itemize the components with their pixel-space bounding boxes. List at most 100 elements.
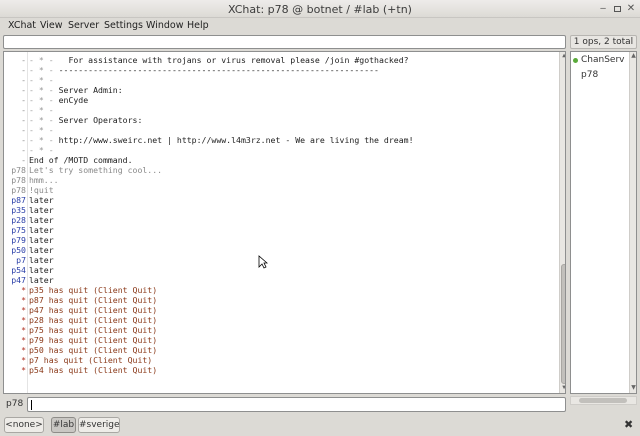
- chat-nick[interactable]: p28: [4, 215, 26, 225]
- chat-scroll-thumb[interactable]: [561, 264, 565, 384]
- userlist-hscroll-thumb[interactable]: [579, 398, 627, 403]
- chat-nick[interactable]: p35: [4, 205, 26, 215]
- chat-nick[interactable]: p78: [4, 185, 26, 195]
- topic-input[interactable]: [3, 35, 566, 49]
- menu-view[interactable]: View: [40, 18, 63, 33]
- chat-nick[interactable]: -: [4, 75, 26, 85]
- userlist-hscrollbar[interactable]: [570, 396, 637, 405]
- motd-marker: - * -: [29, 105, 54, 115]
- chat-message: later: [29, 215, 54, 225]
- scroll-up-icon[interactable]: ▲: [630, 52, 636, 60]
- chat-message: later: [29, 275, 54, 285]
- chat-message: later: [29, 225, 54, 235]
- chat-message: - * -: [29, 145, 54, 155]
- chat-message: End of /MOTD command.: [29, 155, 133, 165]
- menu-window[interactable]: Window: [146, 18, 183, 33]
- chat-nick[interactable]: -: [4, 105, 26, 115]
- menu-settings[interactable]: Settings: [104, 18, 143, 33]
- chat-nick[interactable]: *: [4, 365, 26, 375]
- chat-message: later: [29, 205, 54, 215]
- chat-text: later: [29, 215, 54, 225]
- scroll-down-icon[interactable]: ▼: [560, 384, 565, 392]
- message-input[interactable]: [27, 397, 566, 412]
- tab-sverige[interactable]: #sverige: [78, 417, 120, 433]
- nick-button[interactable]: p78: [6, 399, 23, 409]
- motd-marker: - * -: [29, 85, 54, 95]
- chat-nick[interactable]: -: [4, 95, 26, 105]
- chat-message: p35 has quit (Client Quit): [29, 285, 157, 295]
- tab-none[interactable]: <none>: [4, 417, 44, 433]
- chat-nick[interactable]: -: [4, 115, 26, 125]
- window-titlebar: XChat: p78 @ botnet / #lab (+tn) ‒ ✕: [0, 0, 640, 18]
- chat-nick[interactable]: *: [4, 345, 26, 355]
- motd-marker: - * -: [29, 65, 54, 75]
- chat-nick[interactable]: -: [4, 155, 26, 165]
- chat-message: p54 has quit (Client Quit): [29, 365, 157, 375]
- chat-nick[interactable]: -: [4, 65, 26, 75]
- chat-message: - * - Server Operators:: [29, 115, 142, 125]
- chat-nick[interactable]: *: [4, 325, 26, 335]
- chat-message: p79 has quit (Client Quit): [29, 335, 157, 345]
- tab-lab[interactable]: #lab: [51, 417, 76, 433]
- chat-nick[interactable]: p79: [4, 235, 26, 245]
- chat-message: - * -: [29, 125, 54, 135]
- maximize-icon[interactable]: [611, 3, 623, 15]
- user-entry-chanserv[interactable]: ChanServ: [581, 54, 624, 66]
- chat-text: later: [29, 275, 54, 285]
- chat-nick[interactable]: *: [4, 315, 26, 325]
- chat-nick[interactable]: p75: [4, 225, 26, 235]
- chat-message: later: [29, 235, 54, 245]
- chat-nick[interactable]: -: [4, 55, 26, 65]
- chat-scrollbar[interactable]: ▲ ▼: [559, 52, 565, 393]
- user-entry-p78[interactable]: p78: [581, 69, 598, 81]
- scroll-down-icon[interactable]: ▼: [630, 384, 636, 392]
- chat-nick[interactable]: *: [4, 295, 26, 305]
- chat-nick[interactable]: p54: [4, 265, 26, 275]
- chat-text: later: [29, 195, 54, 205]
- chat-nick[interactable]: -: [4, 85, 26, 95]
- chat-message: p28 has quit (Client Quit): [29, 315, 157, 325]
- chat-nick[interactable]: p50: [4, 245, 26, 255]
- chat-nick[interactable]: p47: [4, 275, 26, 285]
- chat-nick[interactable]: -: [4, 135, 26, 145]
- chat-nick[interactable]: *: [4, 305, 26, 315]
- chat-nick[interactable]: *: [4, 355, 26, 365]
- chat-message: - * - ----------------------------------…: [29, 65, 379, 75]
- chat-text: later: [29, 235, 54, 245]
- chat-nick[interactable]: -: [4, 125, 26, 135]
- chat-nick[interactable]: p87: [4, 195, 26, 205]
- menu-help[interactable]: Help: [187, 18, 209, 33]
- chat-message: - * - enCyde: [29, 95, 88, 105]
- menu-server[interactable]: Server: [68, 18, 99, 33]
- minimize-icon[interactable]: ‒: [597, 3, 609, 15]
- chat-text: End of /MOTD command.: [29, 155, 133, 165]
- mouse-cursor-icon: [258, 255, 268, 269]
- userlist-scrollbar[interactable]: ▲ ▼: [629, 52, 636, 393]
- close-icon[interactable]: ✕: [625, 3, 637, 15]
- chat-nick[interactable]: p78: [4, 165, 26, 175]
- chat-log[interactable]: -- * - For assistance with trojans or vi…: [3, 51, 566, 394]
- chat-message: p87 has quit (Client Quit): [29, 295, 157, 305]
- menu-xchat[interactable]: XChat: [8, 18, 36, 33]
- chat-text: hmm...: [29, 175, 59, 185]
- chat-nick[interactable]: *: [4, 285, 26, 295]
- chat-text: p87 has quit (Client Quit): [29, 295, 158, 305]
- chat-message: p47 has quit (Client Quit): [29, 305, 157, 315]
- chat-nick[interactable]: p78: [4, 175, 26, 185]
- chat-message: later: [29, 245, 54, 255]
- window-title: XChat: p78 @ botnet / #lab (+tn): [228, 3, 412, 16]
- user-list[interactable]: ChanServ p78 ▲ ▼: [570, 51, 637, 394]
- chat-text: enCyde: [53, 95, 89, 105]
- chat-nick[interactable]: *: [4, 335, 26, 345]
- chat-message: !quit: [29, 185, 54, 195]
- chat-text: !quit: [29, 185, 54, 195]
- chat-nick[interactable]: -: [4, 145, 26, 155]
- chat-message: - * -: [29, 75, 54, 85]
- chat-message: - * - Server Admin:: [29, 85, 123, 95]
- motd-marker: - * -: [29, 125, 54, 135]
- chat-nick[interactable]: p7: [4, 255, 26, 265]
- close-icon[interactable]: ✖: [624, 418, 633, 431]
- op-status-icon: [573, 58, 578, 63]
- motd-marker: - * -: [29, 115, 54, 125]
- scroll-up-icon[interactable]: ▲: [560, 52, 565, 60]
